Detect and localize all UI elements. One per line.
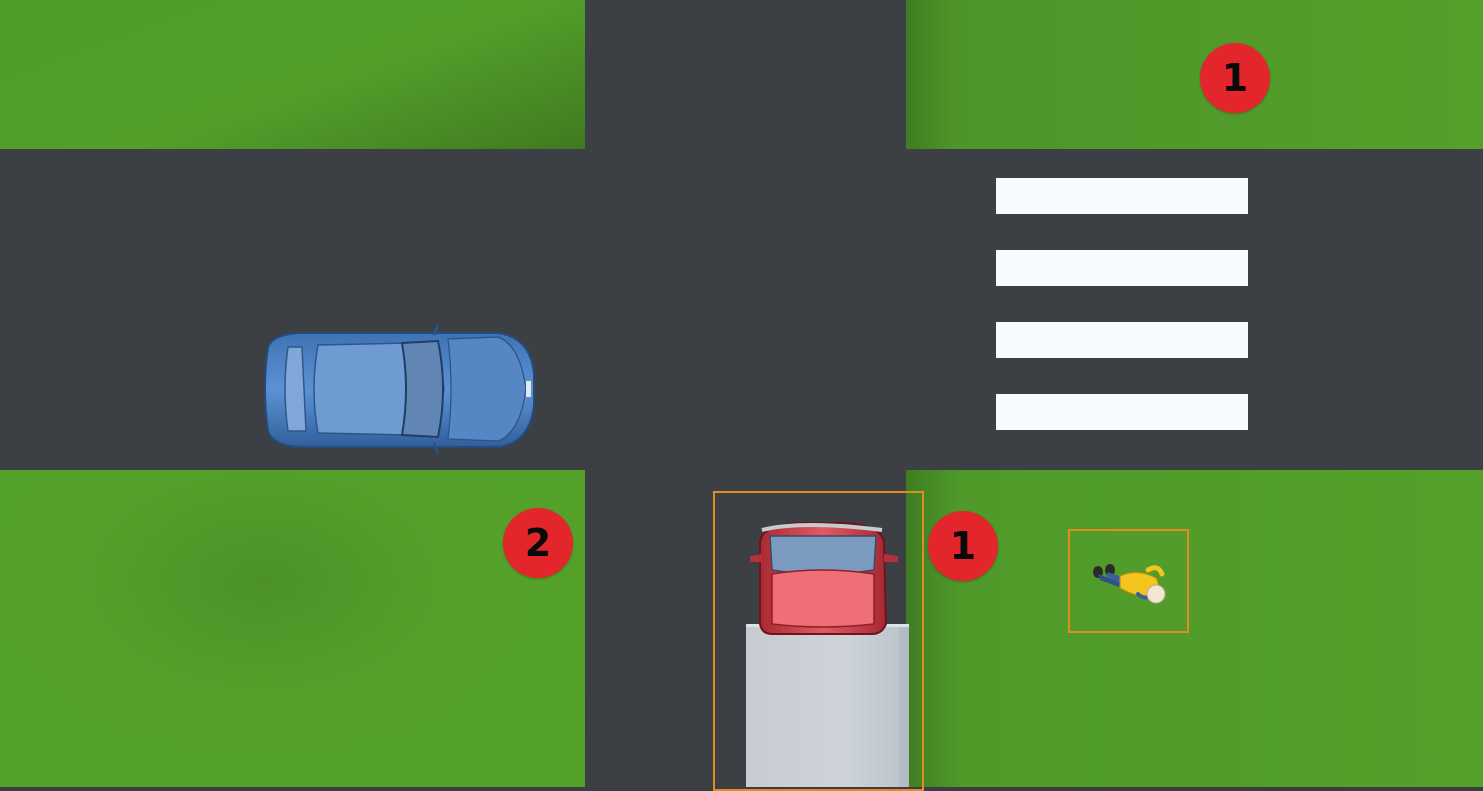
grass-top-right bbox=[906, 0, 1483, 149]
red-truck-cab[interactable] bbox=[742, 520, 904, 636]
crosswalk-stripe bbox=[996, 394, 1248, 430]
grass-bottom-right bbox=[906, 470, 1483, 787]
lying-person[interactable] bbox=[1086, 560, 1170, 610]
blue-car[interactable] bbox=[258, 324, 536, 454]
marker-badge-bottom-left[interactable]: 2 bbox=[503, 508, 573, 578]
crosswalk-stripe bbox=[996, 178, 1248, 214]
marker-badge-bottom-center[interactable]: 1 bbox=[928, 511, 998, 581]
intersection-scene: 1 2 1 bbox=[0, 0, 1483, 791]
crosswalk-stripe bbox=[996, 250, 1248, 286]
crosswalk-stripe bbox=[996, 322, 1248, 358]
marker-badge-top-right[interactable]: 1 bbox=[1200, 43, 1270, 113]
grass-top-left bbox=[0, 0, 585, 149]
grass-bottom-left bbox=[0, 470, 585, 787]
truck-cargo[interactable] bbox=[746, 624, 909, 787]
